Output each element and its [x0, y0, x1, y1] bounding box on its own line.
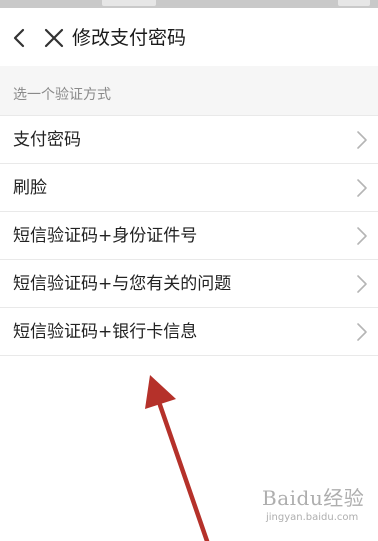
- status-bar-indicator: [102, 0, 156, 6]
- list-item-label: 短信验证码+银行卡信息: [13, 322, 198, 342]
- watermark-url: jingyan.baidu.com: [266, 512, 359, 523]
- chevron-right-icon: [357, 179, 367, 197]
- watermark-brand: Baidu经验: [262, 486, 365, 510]
- navigation-bar: 修改支付密码: [0, 8, 378, 66]
- section-label: 选一个验证方式: [13, 87, 111, 103]
- annotation-arrow-shaft: [157, 402, 210, 541]
- status-bar-indicator: [338, 0, 370, 6]
- chevron-right-icon: [357, 275, 367, 293]
- list-item-face-scan[interactable]: 刷脸: [0, 163, 378, 211]
- chevron-right-icon: [357, 131, 367, 149]
- annotation-arrow-head: [145, 375, 176, 409]
- list-item-label: 刷脸: [13, 178, 47, 198]
- list-item-sms-id-number[interactable]: 短信验证码+身份证件号: [0, 211, 378, 259]
- chevron-right-icon: [357, 227, 367, 245]
- watermark: Baidu经验 jingyan.baidu.com: [262, 486, 370, 530]
- section-header: 选一个验证方式: [0, 66, 378, 115]
- status-bar: [0, 0, 378, 8]
- verification-method-list: 支付密码 刷脸 短信验证码+身份证件号 短信验证码+与您有关的问题 短信验证码+…: [0, 115, 378, 356]
- list-item-sms-security-question[interactable]: 短信验证码+与您有关的问题: [0, 259, 378, 307]
- list-item-label: 短信验证码+身份证件号: [13, 226, 198, 246]
- close-button[interactable]: [42, 24, 66, 52]
- close-icon: [44, 28, 64, 48]
- chevron-right-icon: [357, 323, 367, 341]
- list-item-label: 支付密码: [13, 130, 81, 150]
- chevron-left-icon: [13, 28, 25, 48]
- back-button[interactable]: [8, 24, 32, 52]
- list-item-sms-bank-card[interactable]: 短信验证码+银行卡信息: [0, 307, 378, 356]
- list-item-label: 短信验证码+与您有关的问题: [13, 274, 232, 294]
- list-item-payment-password[interactable]: 支付密码: [0, 115, 378, 163]
- page-title: 修改支付密码: [72, 27, 187, 49]
